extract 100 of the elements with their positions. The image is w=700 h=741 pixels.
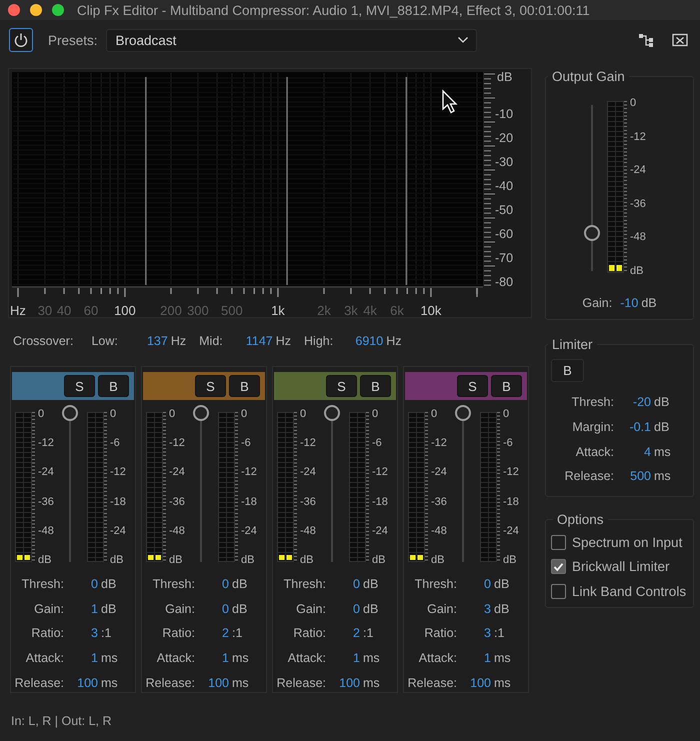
unit-label: dB <box>101 577 118 592</box>
param-value[interactable]: 3 <box>484 626 491 640</box>
param-label: Thresh: <box>22 577 64 592</box>
solo-button[interactable]: S <box>64 375 95 397</box>
power-icon[interactable] <box>13 32 29 48</box>
panel-title: Output Gain <box>551 69 626 84</box>
unit-label: ms <box>232 651 250 666</box>
crossover-label: High: <box>304 334 334 348</box>
scale-label: -12 <box>300 437 317 450</box>
close-window-button[interactable] <box>8 4 20 16</box>
scale-label: dB <box>431 554 446 566</box>
param-value[interactable]: 500 <box>630 469 651 484</box>
param-value[interactable]: 1 <box>353 651 360 666</box>
bypass-button[interactable]: B <box>229 375 260 397</box>
presets-dropdown[interactable]: Broadcast <box>106 28 477 52</box>
scale-label: -24 <box>169 466 186 478</box>
param-value[interactable]: 3 <box>91 626 98 640</box>
zoom-button[interactable] <box>52 4 64 16</box>
param-value[interactable]: 0 <box>222 602 229 616</box>
unit-label: :1 <box>101 626 112 640</box>
crossover-value[interactable]: 1147 <box>222 334 273 348</box>
panel-title: Limiter <box>551 337 594 352</box>
crossover-label: Mid: <box>199 334 223 348</box>
scale-label: -12 <box>431 437 448 450</box>
bypass-button[interactable]: B <box>360 375 391 397</box>
axis-label: -50 <box>495 203 514 217</box>
solo-button[interactable]: S <box>195 375 226 397</box>
power-button[interactable] <box>9 28 33 52</box>
param-label: Release: <box>146 676 195 690</box>
param-value[interactable]: 0 <box>353 602 360 616</box>
param-value[interactable]: 2 <box>353 626 360 640</box>
unit-label: ms <box>363 676 381 690</box>
scale-label: 0 <box>38 408 46 420</box>
scale-label: -18 <box>503 496 520 508</box>
param-label: Gain: <box>296 602 326 616</box>
unit-label: dB <box>494 602 510 616</box>
crossover-value[interactable]: 137 <box>118 334 168 348</box>
crossover-line[interactable] <box>145 77 147 285</box>
scale-label: -12 <box>503 466 520 478</box>
param-value[interactable]: 1 <box>484 651 491 666</box>
crossover-line[interactable] <box>406 77 408 285</box>
param-value[interactable]: 0 <box>353 577 360 592</box>
param-value[interactable]: -10 <box>620 296 638 310</box>
axis-label: 10k <box>420 303 442 317</box>
param-value[interactable]: -20 <box>632 395 651 410</box>
param-value[interactable]: 2 <box>222 626 229 640</box>
param-value[interactable]: 4 <box>644 444 651 459</box>
scale-label: -18 <box>241 496 258 508</box>
param-value[interactable]: 3 <box>484 602 491 616</box>
param-value[interactable]: 100 <box>470 676 491 690</box>
param-label: Release: <box>564 469 614 484</box>
unit-label: dB <box>232 577 248 592</box>
chevron-icon <box>456 36 469 44</box>
bypass-button[interactable]: B <box>491 375 522 397</box>
scale-label: -12 <box>169 437 186 450</box>
bypass-button[interactable]: B <box>551 359 584 382</box>
axis-label: 500 <box>221 303 243 317</box>
scale-label: -6 <box>110 437 121 450</box>
crossover-value[interactable]: 6910 <box>333 334 384 348</box>
axis-label: 100 <box>114 303 136 317</box>
axis-label: -70 <box>495 251 514 265</box>
unit-label: dB <box>363 577 380 592</box>
scale-label: -24 <box>372 524 389 537</box>
param-value[interactable]: 100 <box>208 676 229 690</box>
checkbox-label: Spectrum on Input <box>572 534 682 550</box>
checkbox[interactable] <box>551 584 566 599</box>
close-icon[interactable] <box>672 33 688 47</box>
axis-label: 3k <box>344 303 358 317</box>
param-value[interactable]: 100 <box>339 676 360 690</box>
param-value[interactable]: 0 <box>91 577 98 592</box>
scale-label: -12 <box>110 466 127 478</box>
solo-button[interactable]: S <box>326 375 357 397</box>
slider-thumb[interactable] <box>324 405 340 421</box>
minimize-button[interactable] <box>30 4 42 16</box>
slider-thumb[interactable] <box>193 405 209 421</box>
param-value[interactable]: 1 <box>91 602 98 616</box>
checkbox[interactable] <box>551 534 566 550</box>
scale-label: -18 <box>372 496 389 508</box>
axis-label: -10 <box>495 107 514 121</box>
unit-label: ms <box>654 469 672 484</box>
param-value[interactable]: -0.1 <box>629 420 651 434</box>
checkbox-label: Link Band Controls <box>572 584 686 599</box>
slider-thumb[interactable] <box>584 224 600 241</box>
bypass-button[interactable]: B <box>98 375 129 397</box>
param-value[interactable]: 100 <box>77 676 98 690</box>
connector-icon[interactable] <box>638 32 654 48</box>
slider-thumb[interactable] <box>455 405 471 421</box>
slider-thumb[interactable] <box>62 405 78 421</box>
param-value[interactable]: 0 <box>222 577 229 592</box>
param-value[interactable]: 1 <box>222 651 229 666</box>
axis-label: -30 <box>495 155 514 169</box>
solo-button[interactable]: S <box>457 375 488 397</box>
param-value[interactable]: 0 <box>484 577 491 592</box>
scale-label: dB <box>372 554 386 566</box>
param-label: Attack: <box>156 651 195 666</box>
io-status: In: L, R | Out: L, R <box>10 713 113 728</box>
param-value[interactable]: 1 <box>91 651 98 666</box>
checkbox[interactable] <box>551 559 566 574</box>
scale-label: -12 <box>38 437 55 450</box>
axis-unit-label: dB <box>497 70 512 84</box>
